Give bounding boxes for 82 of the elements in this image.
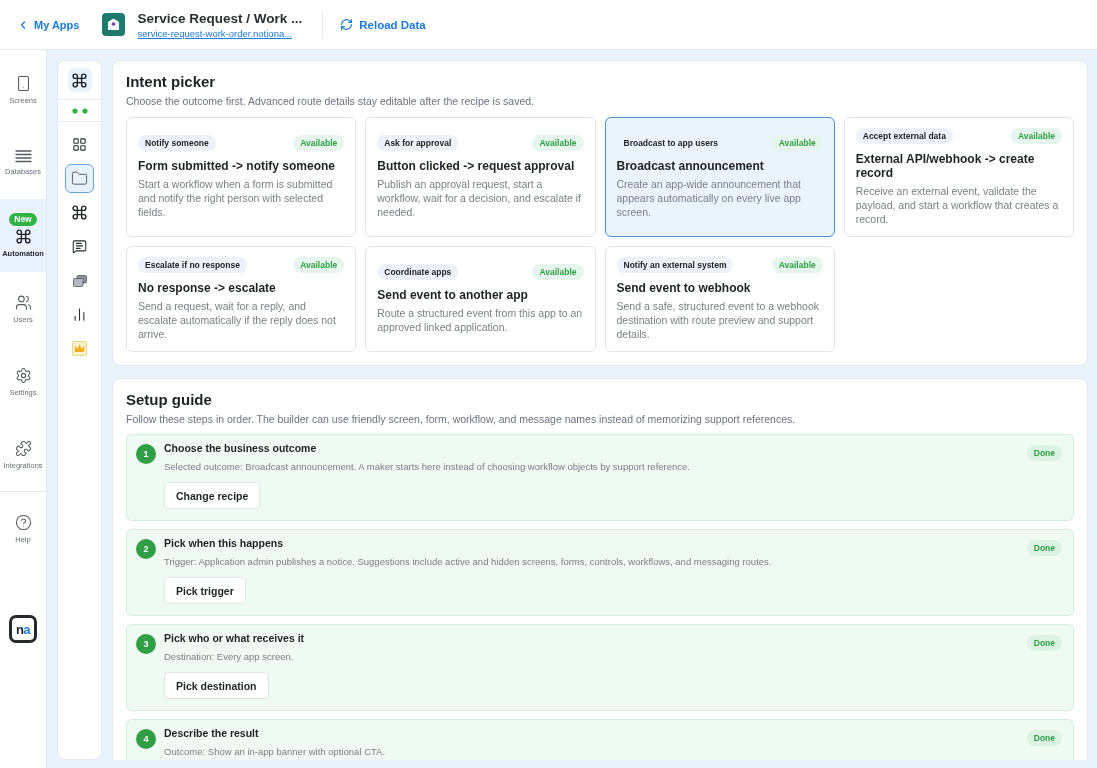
new-badge: New — [9, 213, 37, 226]
lines-icon — [14, 149, 32, 163]
step-status: Done — [1026, 730, 1062, 746]
step-number: 3 — [136, 634, 156, 654]
intent-tag: Notify someone — [138, 135, 216, 151]
intent-tag: Notify an external system — [616, 257, 734, 273]
windows-icon — [72, 274, 87, 287]
intent-tag: Ask for approval — [377, 135, 459, 151]
intent-card[interactable]: Notify someone Available Form submitted -> notify someone Start a workflow when a form is submitted and notify the right person with selected fields. — [126, 117, 357, 237]
availability-status: Available — [532, 135, 584, 151]
intent-title: External API/webhook -> create record — [855, 152, 1036, 180]
step-status: Done — [1026, 445, 1062, 461]
step-number: 4 — [136, 729, 156, 749]
status-dots-icon — [70, 107, 89, 114]
step-description: Trigger: Application admin publishes a notice. Suggestions include active and hidden screens, forms, controls, workflows, and messaging routes. — [164, 556, 772, 568]
intent-title: Form submitted -> notify someone — [138, 159, 336, 173]
step-title: Describe the result — [164, 726, 259, 740]
step-status: Done — [1026, 540, 1062, 556]
step-status: Done — [1026, 635, 1062, 651]
panel-title: Intent picker — [126, 73, 217, 91]
folder-icon — [71, 170, 88, 187]
step-description: Destination: Every app screen. — [164, 651, 294, 663]
reload-icon — [340, 18, 354, 31]
back-link[interactable]: My Apps — [17, 18, 80, 31]
app-url-link[interactable]: service-request-work-order.notiona... — [137, 27, 303, 40]
intent-card[interactable]: Coordinate apps Available Send event to another app Route a structured event from this app to an approved linked application. — [365, 246, 596, 352]
intent-description: Start a workflow when a form is submitted and notify the right person with selected fields. — [138, 177, 334, 219]
grid-icon — [72, 137, 87, 152]
availability-status: Available — [1011, 128, 1062, 144]
intent-title: Send event to webhook — [616, 281, 752, 295]
command-icon — [71, 71, 88, 89]
intent-description: Route a structured event from this app to an approved linked application. — [377, 306, 584, 334]
command-icon — [71, 204, 88, 221]
step-number: 1 — [136, 444, 156, 464]
envelope-app-icon — [102, 13, 126, 36]
availability-status: Available — [771, 135, 823, 151]
reload-button[interactable]: Reload Data — [340, 18, 426, 31]
intent-title: Send event to another app — [377, 288, 529, 302]
intent-description: Receive an external event, validate the payload, and start a workflow that creates a record. — [855, 184, 1060, 226]
intent-card[interactable]: Notify an external system Available Send event to webhook Send a safe, structured event to a webhook destination with route preview and support details. — [604, 246, 835, 352]
settings-icon — [14, 366, 32, 384]
intent-card[interactable]: Broadcast to app users Available Broadcast announcement Create an app-wide announcement that appears automatically on every live app screen. — [604, 117, 835, 237]
step-title: Pick when this happens — [164, 536, 284, 550]
availability-status: Available — [532, 264, 584, 280]
intent-description: Send a safe, structured event to a webhook destination with route preview and support details. — [616, 299, 821, 341]
bar-chart-icon — [72, 307, 87, 322]
step-action-button[interactable]: Pick destination — [164, 672, 269, 699]
step-description: Outcome: Show an in-app banner with optional CTA. — [164, 746, 386, 758]
intent-title: Broadcast announcement — [616, 159, 765, 173]
puzzle-icon — [14, 439, 32, 457]
intent-tag: Accept external data — [855, 128, 953, 144]
step-title: Choose the business outcome — [164, 441, 317, 455]
intent-card[interactable]: Accept external data Available External API/webhook -> create record Receive an external event, validate the payload, and start a workflow that creates a record. — [843, 117, 1074, 237]
intent-description: Send a request, wait for a reply, and escalate automatically if the reply does not arrive. — [138, 299, 337, 341]
app-title: Service Request / Work ... — [137, 9, 303, 27]
availability-status: Available — [771, 257, 823, 273]
crown-icon — [72, 341, 87, 356]
availability-status: Available — [293, 257, 345, 273]
intent-card[interactable]: Escalate if no response Available No response -> escalate Send a request, wait for a reply, and escalate automatically if the reply does not arrive. — [126, 246, 357, 352]
step-description: Selected outcome: Broadcast announcement. A maker starts here instead of choosing workflow objects by support reference. — [164, 461, 690, 473]
intent-description: Publish an approval request, start a workflow, wait for a decision, and escalate if needed. — [377, 177, 582, 219]
step-action-button[interactable]: Change recipe — [164, 482, 261, 509]
tool-button[interactable] — [67, 68, 92, 92]
step-title: Pick who or what receives it — [164, 631, 305, 645]
panel-subtitle: Choose the outcome first. Advanced route details stay editable after the recipe is saved. — [126, 94, 535, 108]
intent-tag: Broadcast to app users — [616, 135, 725, 151]
step-number: 2 — [136, 539, 156, 559]
intent-title: Button clicked -> request approval — [377, 159, 576, 173]
step-action-button[interactable]: Pick trigger — [164, 577, 246, 604]
command-icon — [14, 228, 32, 245]
help-icon — [14, 513, 32, 531]
brand-logo: na — [9, 615, 37, 643]
users-icon — [14, 293, 32, 311]
intent-tag: Coordinate apps — [377, 264, 459, 280]
panel-subtitle: Follow these steps in order. The builder can use friendly screen, form, workflow, and message names instead of memorizing support references. — [126, 412, 797, 426]
panel-title: Setup guide — [126, 391, 213, 409]
intent-card[interactable]: Ask for approval Available Button clicked -> request approval Publish an approval request, start a workflow, wait for a decision, and escalate if needed. — [365, 117, 596, 237]
availability-status: Available — [293, 135, 345, 151]
intent-tag: Escalate if no response — [138, 257, 247, 273]
intent-title: No response -> escalate — [138, 281, 277, 295]
intent-description: Create an app-wide announcement that appears automatically on every live app screen. — [616, 177, 802, 219]
chat-icon — [72, 239, 87, 254]
